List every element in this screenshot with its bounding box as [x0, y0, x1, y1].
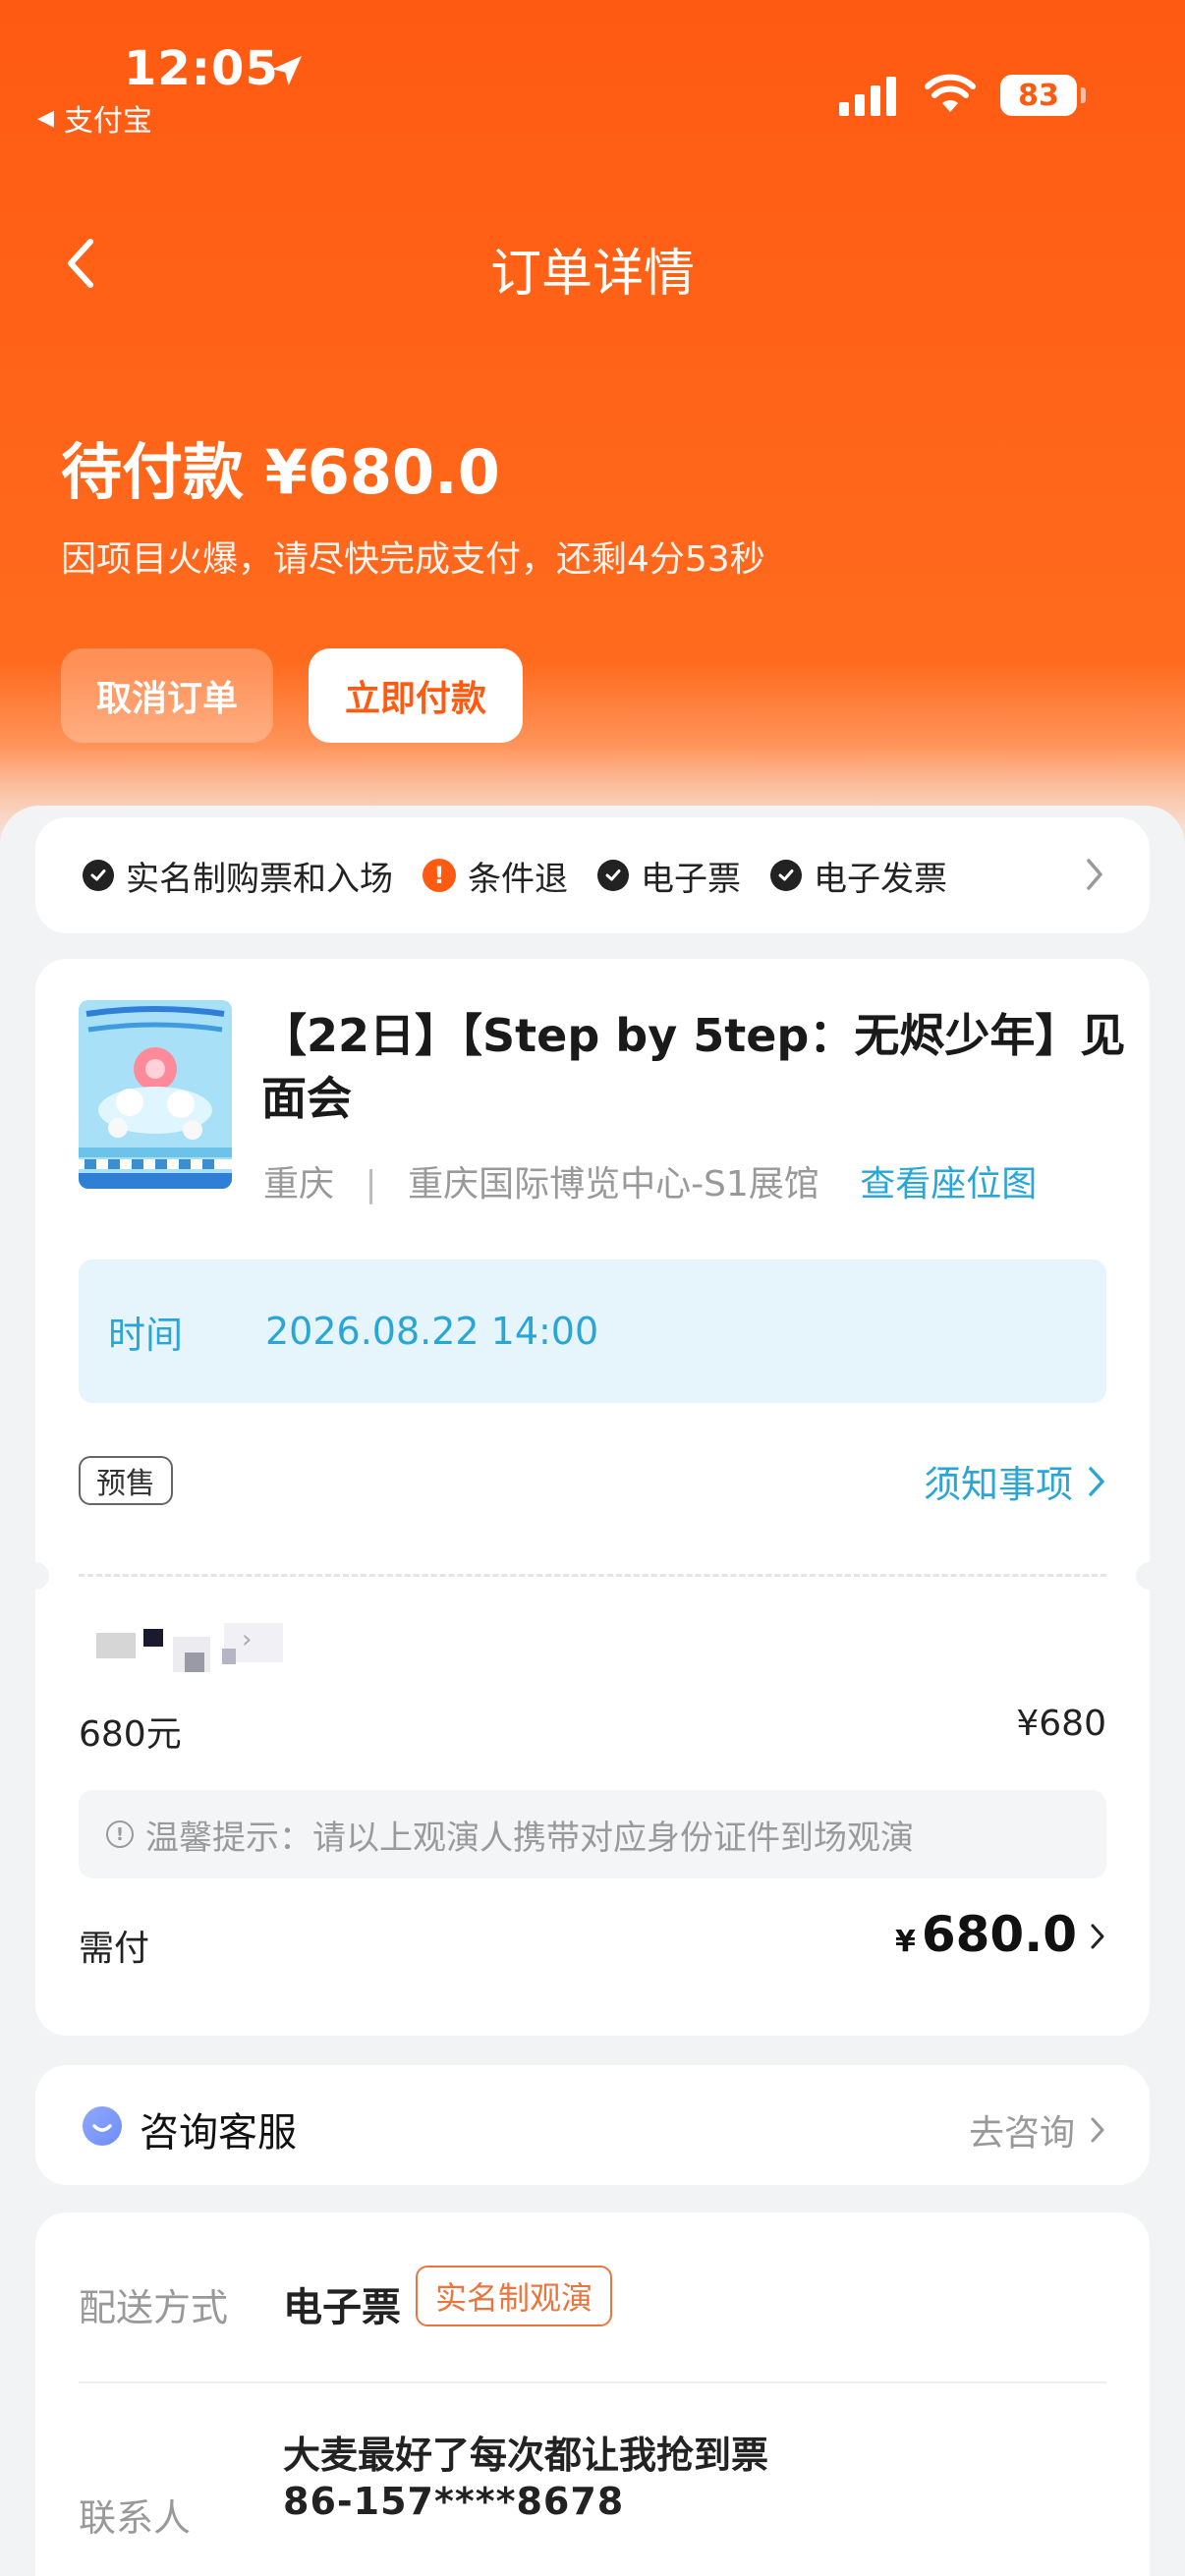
tag-real-name: 实名制购票和入场: [83, 852, 393, 900]
event-venue-name: 重庆国际博览中心-S1展馆: [408, 1164, 819, 1204]
delivery-card: 配送方式 电子票 实名制观演 联系人 大麦最好了每次都让我抢到票 86-157*…: [35, 2212, 1150, 2576]
tag-e-invoice: 电子发票: [770, 852, 947, 900]
ticket-price-tier: 680元: [79, 1714, 182, 1755]
consult-link[interactable]: 去咨询: [969, 2104, 1106, 2156]
tag-label: 电子发票: [814, 859, 947, 899]
event-city: 重庆: [263, 1164, 335, 1204]
presale-badge: 预售: [79, 1456, 173, 1505]
order-detail-page: 12:05 ◀ 支付宝 83 订单详情 待付款 ¥680.0 因项目火爆，请尽快…: [0, 0, 1185, 2576]
attendee-redacted[interactable]: ›: [86, 1623, 381, 1702]
consult-label: 去咨询: [968, 2113, 1075, 2154]
contact-label: 联系人: [79, 2496, 192, 2540]
notice-label: 须知事项: [923, 1463, 1073, 1506]
customer-service-label: 咨询客服: [140, 2110, 297, 2156]
delivery-label: 配送方式: [79, 2286, 229, 2329]
seat-map-link[interactable]: 查看座位图: [860, 1164, 1037, 1204]
check-circle-icon: [83, 860, 114, 891]
status-time: 12:05: [124, 41, 279, 96]
need-pay-value: 680.0: [921, 1906, 1077, 1963]
tip-box: ! 温馨提示：请以上观演人携带对应身份证件到场观演: [79, 1790, 1106, 1878]
cancel-order-button[interactable]: 取消订单: [61, 648, 273, 743]
back-triangle-icon: ◀: [37, 105, 54, 131]
pay-now-button[interactable]: 立即付款: [309, 648, 523, 743]
wifi-icon: [925, 74, 976, 112]
tip-text: 温馨提示：请以上观演人携带对应身份证件到场观演: [145, 1818, 914, 1858]
event-venue: 重庆 | 重庆国际博览中心-S1展馆 查看座位图: [263, 1155, 1037, 1206]
tag-label: 实名制购票和入场: [126, 859, 393, 899]
currency-symbol: ¥: [894, 1925, 916, 1959]
venue-separator: |: [365, 1164, 377, 1204]
tag-label: 条件退: [468, 859, 568, 899]
back-to-app[interactable]: ◀ 支付宝: [37, 96, 152, 140]
event-poster-image[interactable]: [79, 1000, 232, 1189]
chevron-right-icon: [1091, 2117, 1104, 2143]
info-icon: !: [106, 1820, 134, 1848]
exclamation-circle-icon: !: [423, 859, 456, 892]
check-circle-icon: [770, 860, 802, 891]
delivery-value: 电子票: [283, 2285, 401, 2330]
location-arrow-icon: [272, 56, 302, 85]
chevron-right-icon[interactable]: [1083, 855, 1106, 894]
ticket-divider: [79, 1574, 1106, 1577]
customer-service-card[interactable]: 咨询客服 去咨询: [35, 2065, 1150, 2185]
status-bar: 12:05 ◀ 支付宝 83: [0, 0, 1185, 147]
time-label: 时间: [108, 1313, 184, 1357]
chat-bubble-icon: [83, 2106, 122, 2146]
battery-level: 83: [1018, 78, 1059, 113]
tag-label: 电子票: [641, 859, 741, 899]
page-title: 订单详情: [489, 245, 695, 304]
divider: [79, 2381, 1106, 2383]
tag-conditional-refund: ! 条件退: [423, 852, 568, 900]
service-tags-card[interactable]: 实名制购票和入场 ! 条件退 电子票 电子发票: [35, 817, 1150, 933]
notice-link[interactable]: 须知事项: [924, 1454, 1106, 1508]
signal-icon: [839, 77, 896, 116]
check-circle-icon: [597, 860, 629, 891]
chevron-right-icon: [1091, 1924, 1104, 1949]
tag-e-ticket: 电子票: [597, 852, 741, 900]
back-app-label: 支付宝: [63, 104, 152, 139]
chevron-right-icon: [1089, 1466, 1104, 1496]
battery-icon: 83: [1000, 75, 1086, 116]
contact-phone: 86-157****8678: [283, 2480, 625, 2523]
time-value: 2026.08.22 14:00: [265, 1310, 599, 1353]
need-pay-label: 需付: [79, 1929, 150, 1969]
chevron-right-icon: ›: [242, 1625, 253, 1654]
contact-name: 大麦最好了每次都让我抢到票: [283, 2434, 769, 2477]
order-status-title: 待付款 ¥680.0: [61, 436, 500, 508]
service-tags: 实名制购票和入场 ! 条件退 电子票 电子发票: [83, 817, 947, 933]
event-card: 【22日】【Step by 5tep：无烬少年】见面会 重庆 | 重庆国际博览中…: [22, 959, 1163, 2036]
event-title[interactable]: 【22日】【Step by 5tep：无烬少年】见面会: [261, 1004, 1126, 1130]
need-pay-amount[interactable]: ¥ 680.0: [895, 1906, 1106, 1963]
real-name-badge: 实名制观演: [416, 2266, 613, 2326]
ticket-price: ¥680: [1016, 1704, 1106, 1744]
event-time-box: 时间 2026.08.22 14:00: [79, 1260, 1106, 1403]
order-status-description: 因项目火爆，请尽快完成支付，还剩4分53秒: [61, 539, 765, 580]
